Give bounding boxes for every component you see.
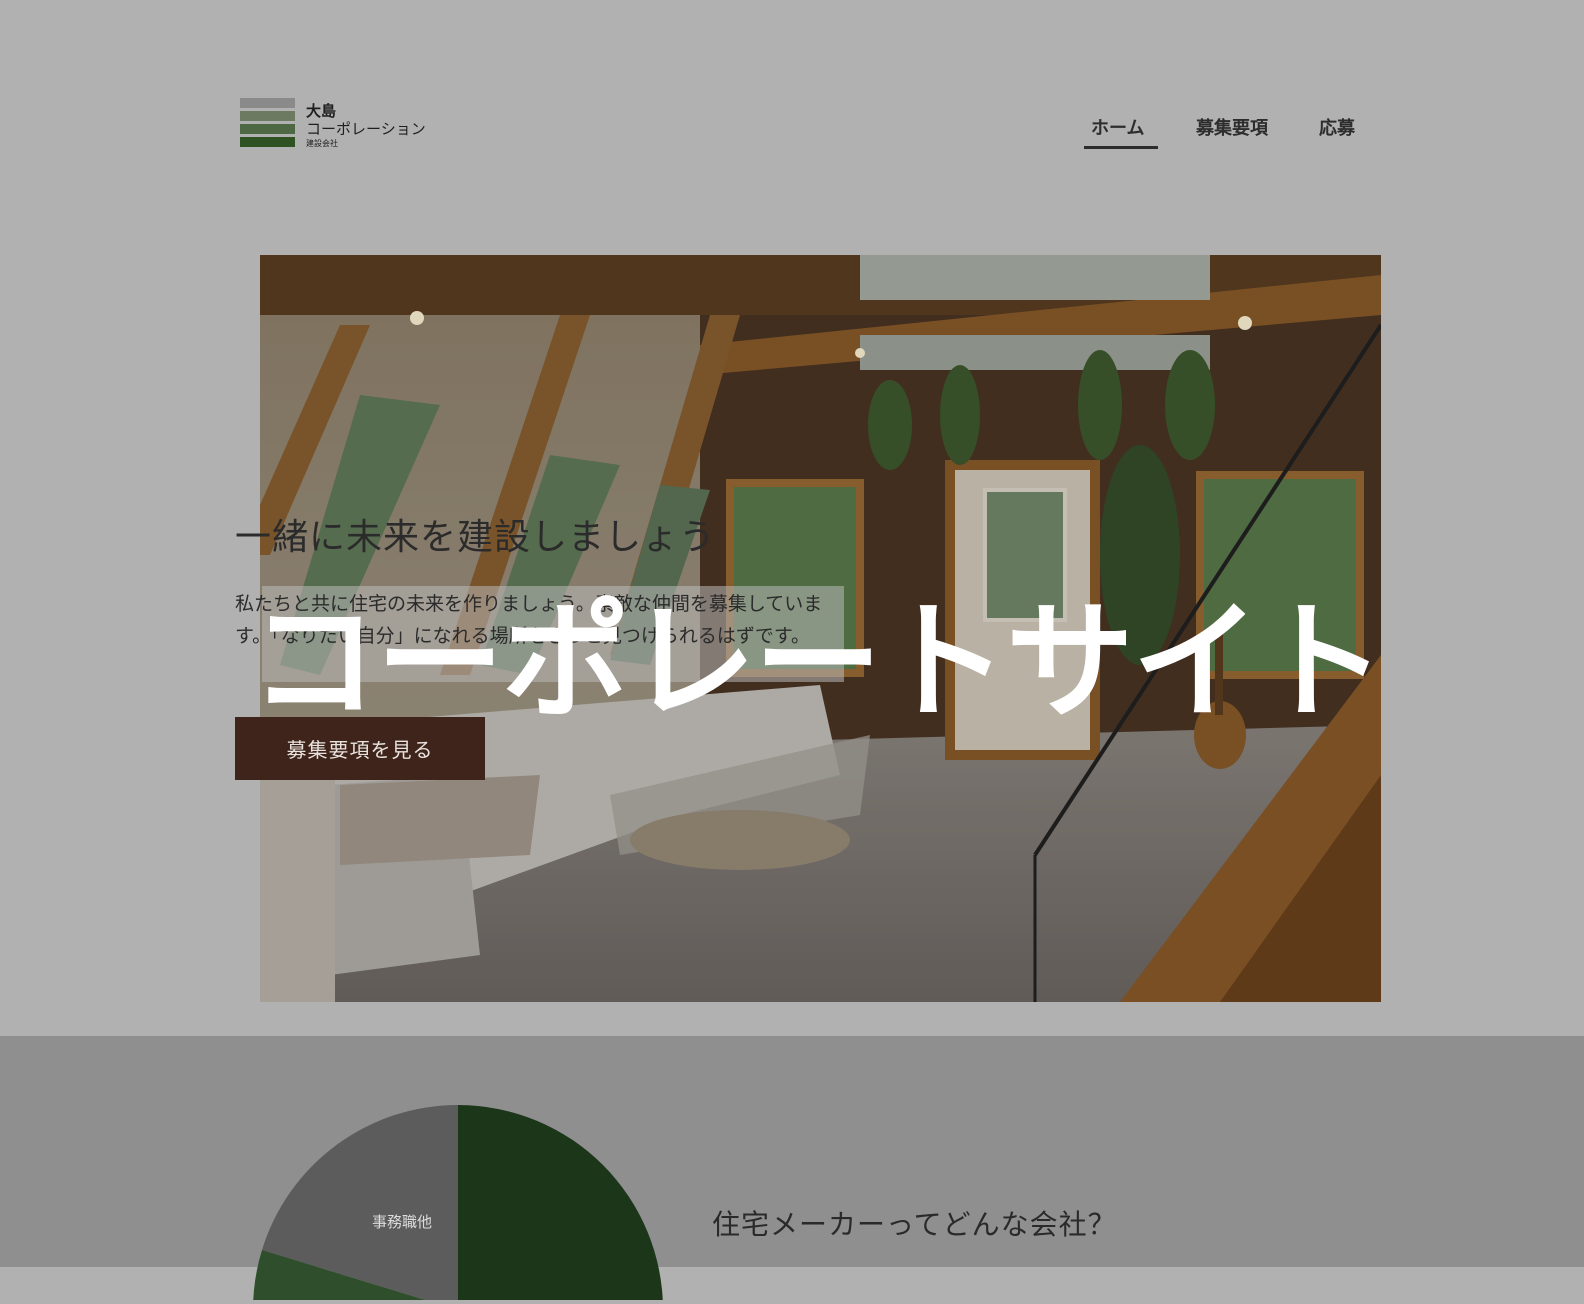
nav-recruitment[interactable]: 募集要項 [1196,114,1268,140]
logo-stripe [240,111,295,121]
pie-label-office: 事務職他 [372,1213,433,1231]
logo-name-line2: コーポレーション [306,120,426,138]
logo-subtitle: 建設会社 [306,139,338,148]
logo-stripe [240,98,295,108]
nav-home[interactable]: ホーム [1091,114,1144,140]
nav-active-indicator [1084,146,1158,149]
section-title: 住宅メーカーってどんな会社？ [712,1208,1117,1241]
logo-stripe [240,124,295,134]
company-logo[interactable]: 大島 コーポレーション 建設会社 [240,98,440,150]
overlay-site-title: コーポレートサイト [250,588,1386,737]
view-recruitment-button[interactable]: 募集要項を見る [235,717,485,780]
hero-title: 一緒に未来を建設しましょう [235,517,717,558]
logo-stripe [240,137,295,147]
pie-chart [250,1100,670,1304]
pie-slice-dark-green [458,1105,663,1304]
nav-apply[interactable]: 応募 [1319,114,1355,140]
